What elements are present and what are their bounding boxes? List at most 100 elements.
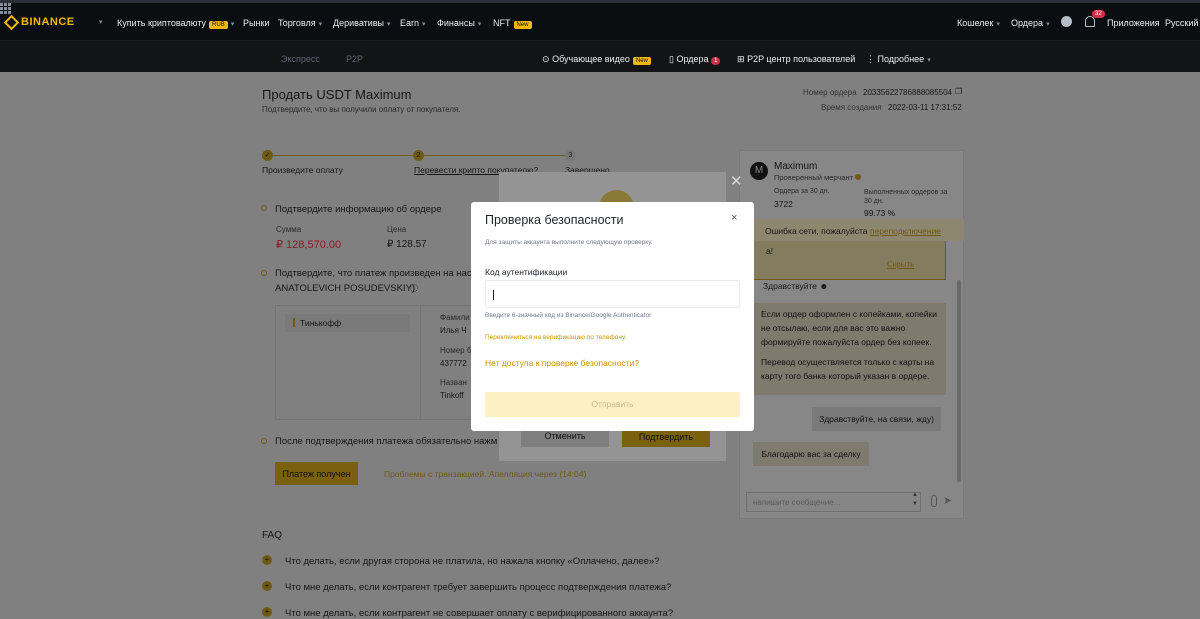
chat-message: Если ордер оформлен с копейками, копейки… <box>753 303 946 395</box>
bullet-icon <box>261 205 267 211</box>
chevron-down-icon: ▾ <box>1046 21 1050 28</box>
appeal-link[interactable]: Проблемы с транзакцией. Апелляция через … <box>384 469 586 479</box>
nav-finance[interactable]: Финансы ▾ <box>437 18 481 28</box>
field-surname-label: Фамили <box>440 313 470 322</box>
notice-snippet: а! <box>766 246 774 256</box>
completed-value: 99.73 % <box>864 208 896 218</box>
divider <box>420 305 421 420</box>
more-vertical-icon: ⋮ <box>866 54 875 64</box>
chat-greeting: Здравствуйте ☻ <box>763 281 829 291</box>
chat-reply: Здравствуйте, на связи, жду) <box>812 407 941 431</box>
chevron-down-icon: ▾ <box>230 21 235 28</box>
plus-icon[interactable]: + <box>262 581 272 591</box>
faq-item[interactable]: Что делать, если другая сторона не плати… <box>285 556 660 567</box>
new-badge: New <box>513 21 532 29</box>
apps-grid-icon[interactable] <box>0 3 11 14</box>
verified-badge-icon <box>855 174 862 180</box>
hide-notice-link[interactable]: Скрыть <box>887 260 914 269</box>
attach-icon[interactable] <box>931 495 937 507</box>
security-verification-modal: Проверка безопасности × Для защиты аккау… <box>471 202 754 431</box>
nav-apps[interactable]: Приложения <box>1107 18 1160 28</box>
after-payment-note: После подтверждения платежа обязательно … <box>275 436 498 447</box>
created-time-label: Время создания <box>821 103 882 112</box>
chat-message: Благодарю вас за сделку <box>753 442 869 466</box>
price-value: ₽ 128.57 <box>387 239 427 250</box>
auth-code-label: Код аутентификации <box>485 267 568 277</box>
chat-scrollbar[interactable] <box>957 280 961 482</box>
plus-icon[interactable]: + <box>262 607 272 617</box>
rub-badge: RUB <box>209 21 228 29</box>
chevron-down-icon: ▾ <box>422 21 426 28</box>
more-menu[interactable]: ⋮ Подробнее ▾ <box>866 54 931 65</box>
close-icon[interactable]: ✕ <box>730 172 743 190</box>
chevron-down-icon: ▾ <box>927 57 931 64</box>
nav-nft[interactable]: NFT New <box>493 18 532 29</box>
nav-language[interactable]: Русский <box>1165 18 1198 28</box>
step-3-marker: 3 <box>565 150 576 161</box>
nav-trade[interactable]: Торговля ▾ <box>278 18 322 28</box>
payment-received-button[interactable]: Платеж получен <box>275 462 358 485</box>
user-avatar-icon[interactable] <box>1061 16 1072 27</box>
step-check-icon: ✓ <box>262 150 273 161</box>
sum-label: Сумма <box>276 225 302 234</box>
field-bankname-label: Назван <box>440 378 467 387</box>
plus-icon[interactable]: + <box>262 555 272 565</box>
top-navbar: BINANCE ▾ Купить криптовалюту RUB ▾ Рынки … <box>0 0 1200 40</box>
nav-buy-crypto[interactable]: Купить криптовалюту RUB ▾ <box>117 18 234 29</box>
tab-express[interactable]: Экспресс <box>281 54 320 64</box>
price-label: Цена <box>387 225 407 234</box>
bank-marker-icon <box>293 318 295 327</box>
send-icon[interactable]: ➤ <box>943 494 952 507</box>
orders30-label: Ордера за 30 дн. <box>774 188 830 195</box>
tab-p2p[interactable]: P2P <box>346 54 363 64</box>
submit-button[interactable]: Отправить <box>485 392 740 417</box>
nav-derivatives[interactable]: Деривативы ▾ <box>333 18 391 28</box>
nav-markets[interactable]: Рынки <box>243 18 269 28</box>
bullet-icon <box>261 270 267 276</box>
merchant-avatar: M <box>750 162 768 180</box>
binance-logo[interactable]: BINANCE <box>3 14 75 30</box>
auth-code-hint: Введите 6-значный код из Binance/Google … <box>485 312 652 319</box>
merchant-name[interactable]: Maximum <box>774 161 817 172</box>
nav-earn[interactable]: Earn ▾ <box>400 18 426 28</box>
faq-item[interactable]: Что мне делать, если контрагент требует … <box>285 582 671 593</box>
sum-value: ₽ 128,570.00 <box>276 239 342 251</box>
created-time: 2022-03-11 17:31:52 <box>888 103 962 112</box>
payment-confirm-line1: Подтвердите, что платеж произведен на на… <box>275 268 472 279</box>
order-number: 20335622786888085504 <box>863 88 952 97</box>
chevron-down-icon: ▾ <box>99 19 103 26</box>
nav-orders[interactable]: Ордера ▾ <box>1011 18 1050 28</box>
step-1-label: Произведите оплату <box>262 165 343 175</box>
no-access-link[interactable]: Нет доступа к проверке безопасности? <box>485 358 639 368</box>
reconnect-link[interactable]: переподключение <box>870 226 941 236</box>
copy-icon[interactable]: ❐ <box>955 87 962 96</box>
field-surname-value: Илья Ч <box>440 326 467 335</box>
field-card-value: 437772 <box>440 359 467 368</box>
nav-wallet[interactable]: Кошелек ▾ <box>957 18 1000 28</box>
faq-item[interactable]: Что мне делать, если контрагент не совер… <box>285 608 673 619</box>
user-center-icon: ⊞ <box>737 54 745 64</box>
confirm-heading: Подтвердите информацию об ордере <box>275 204 442 215</box>
chevron-down-icon: ▾ <box>318 21 323 28</box>
page-subtitle: Подтвердите, что вы получили оплату от п… <box>262 105 461 114</box>
p2p-user-center-link[interactable]: ⊞ P2P центр пользователей <box>737 54 855 65</box>
step-2-marker: 2 <box>413 150 424 161</box>
bank-name: Тинькофф <box>300 318 342 328</box>
binance-diamond-icon <box>3 14 20 30</box>
switch-to-phone-link[interactable]: Переключиться на верификацию по телефону… <box>485 334 626 341</box>
document-icon: ▯ <box>669 54 674 64</box>
orders-link[interactable]: ▯ Ордера 1 <box>669 54 721 65</box>
field-bankname-value: Tinkoff <box>440 391 464 400</box>
tutorial-video-link[interactable]: ⊙ Обучающее видео New <box>542 54 651 65</box>
auth-code-input[interactable] <box>485 280 740 308</box>
chevron-down-icon: ▾ <box>387 21 391 28</box>
order-number-label: Номер ордера <box>803 88 857 97</box>
field-card-label: Номер б <box>440 346 472 355</box>
close-icon[interactable]: × <box>731 212 737 224</box>
play-circle-icon: ⊙ <box>542 54 550 64</box>
chat-input-placeholder: напишите сообщение... <box>753 498 841 507</box>
bullet-icon <box>261 438 267 444</box>
chat-stepper-icon[interactable]: ▲ ▼ <box>912 491 918 509</box>
info-notice <box>753 241 946 280</box>
info-icon[interactable]: ⓘ <box>410 283 418 294</box>
